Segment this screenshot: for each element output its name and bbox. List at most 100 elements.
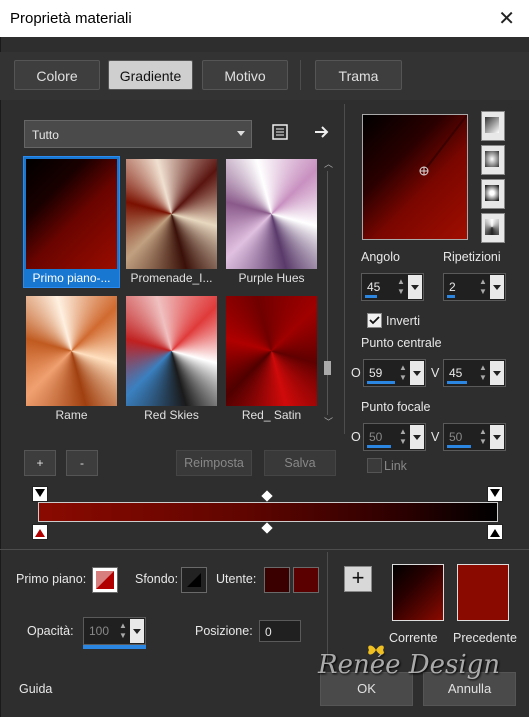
spin-arrows-icon[interactable]: ▲ ▼ (397, 427, 409, 447)
reset-button[interactable]: Reimposta (176, 450, 252, 476)
stop-marker-bottom-right[interactable] (487, 524, 503, 540)
gradient-preview-large[interactable] (362, 114, 468, 240)
user-label: Utente: (216, 572, 257, 586)
help-link[interactable]: Guida (19, 682, 52, 696)
dropdown-icon[interactable] (130, 619, 144, 643)
tiles-scrollbar[interactable]: ︿ ﹀ (322, 157, 334, 429)
linear-style-icon[interactable] (481, 111, 505, 141)
gradient-label: Rame (55, 408, 88, 422)
bottom-divider (0, 549, 529, 550)
value-bar (447, 445, 471, 448)
center-o-label: O (351, 366, 361, 380)
repeats-label: Ripetizioni (443, 250, 501, 264)
sunburst-style-icon[interactable] (481, 179, 505, 209)
watermark-logo: Renée Design (318, 650, 501, 680)
browse-icon[interactable] (270, 122, 290, 142)
tab-trama[interactable]: Trama (315, 60, 402, 90)
gradient-tile-red-skies[interactable]: Red Skies (124, 294, 219, 424)
current-label: Corrente (389, 631, 438, 645)
gradient-tile-red-satin[interactable]: Red_ Satin (224, 294, 319, 424)
spin-arrows-icon[interactable]: ▲ ▼ (477, 363, 489, 383)
bottom-vertical-divider (327, 552, 328, 662)
dropdown-icon[interactable] (490, 361, 504, 385)
angle-spinner[interactable]: 45 ▲ ▼ (361, 273, 424, 301)
arrow-right-icon[interactable] (312, 122, 332, 142)
gradient-tile-promenade[interactable]: Promenade_I... (124, 157, 219, 287)
invert-label[interactable]: Inverti (386, 314, 420, 328)
spin-arrows-icon[interactable]: ▲ ▼ (397, 363, 409, 383)
position-input[interactable]: 0 (259, 620, 301, 642)
category-select[interactable]: Tutto (24, 120, 252, 148)
opacity-label: Opacità: (27, 624, 74, 638)
user-swatch-1[interactable] (264, 567, 290, 593)
scroll-down-icon[interactable]: ﹀ (324, 415, 333, 428)
scroll-thumb[interactable] (324, 361, 331, 375)
close-icon[interactable]: ✕ (498, 6, 515, 31)
tab-gradiente[interactable]: Gradiente (108, 60, 193, 90)
center-o-spinner[interactable]: 59 ▲ ▼ (363, 359, 426, 387)
angle-value: 45 (367, 280, 381, 294)
stop-marker-top-right[interactable] (487, 486, 503, 502)
value-bar (447, 381, 467, 384)
dropdown-icon[interactable] (408, 275, 422, 299)
spin-arrows-icon[interactable]: ▲ ▼ (477, 427, 489, 447)
gradient-label: Red Skies (144, 408, 199, 422)
spin-arrows-icon[interactable]: ▲ ▼ (117, 621, 129, 641)
focal-v-label: V (431, 430, 440, 444)
current-swatch[interactable] (392, 564, 444, 621)
link-checkbox[interactable] (367, 458, 382, 473)
gradient-bar[interactable] (38, 502, 498, 522)
value-bar (365, 295, 377, 298)
stop-marker-top-left[interactable] (32, 486, 48, 502)
previous-label: Precedente (453, 631, 517, 645)
dropdown-icon[interactable] (410, 425, 424, 449)
gradient-preview (126, 296, 217, 406)
gradient-tile-primo-piano[interactable]: Primo piano-... (23, 156, 120, 288)
window-title: Proprietà materiali (10, 10, 132, 27)
add-gradient-button[interactable]: + (24, 450, 56, 476)
invert-checkbox[interactable] (367, 313, 382, 328)
center-v-spinner[interactable]: 45 ▲ ▼ (443, 359, 506, 387)
value-bar (367, 445, 391, 448)
repeats-spinner[interactable]: 2 ▲ ▼ (443, 273, 506, 301)
dropdown-icon[interactable] (490, 425, 504, 449)
link-label[interactable]: Link (384, 459, 407, 473)
focal-point-label: Punto focale (361, 400, 431, 414)
gradient-tile-purple-hues[interactable]: Purple Hues (224, 157, 319, 287)
value-bar (367, 381, 395, 384)
gradient-preview (26, 159, 117, 269)
background-swatch[interactable] (181, 567, 207, 593)
focal-o-value: 50 (369, 430, 383, 444)
focal-v-value: 50 (449, 430, 463, 444)
repeats-value: 2 (449, 280, 456, 294)
tab-colore[interactable]: Colore (14, 60, 100, 90)
gradient-label: Promenade_I... (130, 271, 213, 285)
center-o-value: 59 (369, 366, 383, 380)
stop-marker-bottom-left[interactable] (32, 524, 48, 540)
add-swatch-button[interactable]: + (344, 566, 372, 592)
tab-motivo[interactable]: Motivo (202, 60, 288, 90)
radial-style-icon[interactable] (481, 213, 505, 243)
gradient-tile-rame[interactable]: Rame (24, 294, 119, 424)
previous-swatch[interactable] (457, 564, 509, 621)
opacity-spinner[interactable]: 100 ▲ ▼ (83, 617, 146, 645)
foreground-label: Primo piano: (16, 572, 87, 586)
tab-separator (300, 60, 301, 90)
foreground-swatch[interactable] (92, 567, 118, 593)
chevron-down-icon (237, 131, 245, 136)
dropdown-icon[interactable] (410, 361, 424, 385)
dropdown-icon[interactable] (490, 275, 504, 299)
user-swatch-2[interactable] (293, 567, 319, 593)
spin-arrows-icon[interactable]: ▲ ▼ (395, 277, 407, 297)
focal-v-spinner[interactable]: 50 ▲ ▼ (443, 423, 506, 451)
butterfly-icon (366, 643, 386, 657)
scroll-up-icon[interactable]: ︿ (324, 157, 333, 170)
remove-gradient-button[interactable]: - (66, 450, 98, 476)
save-button[interactable]: Salva (264, 450, 336, 476)
spin-arrows-icon[interactable]: ▲ ▼ (477, 277, 489, 297)
scroll-track (327, 171, 328, 415)
rectangular-style-icon[interactable] (481, 145, 505, 175)
position-value: 0 (265, 625, 272, 639)
category-select-value: Tutto (32, 128, 59, 142)
focal-o-spinner[interactable]: 50 ▲ ▼ (363, 423, 426, 451)
